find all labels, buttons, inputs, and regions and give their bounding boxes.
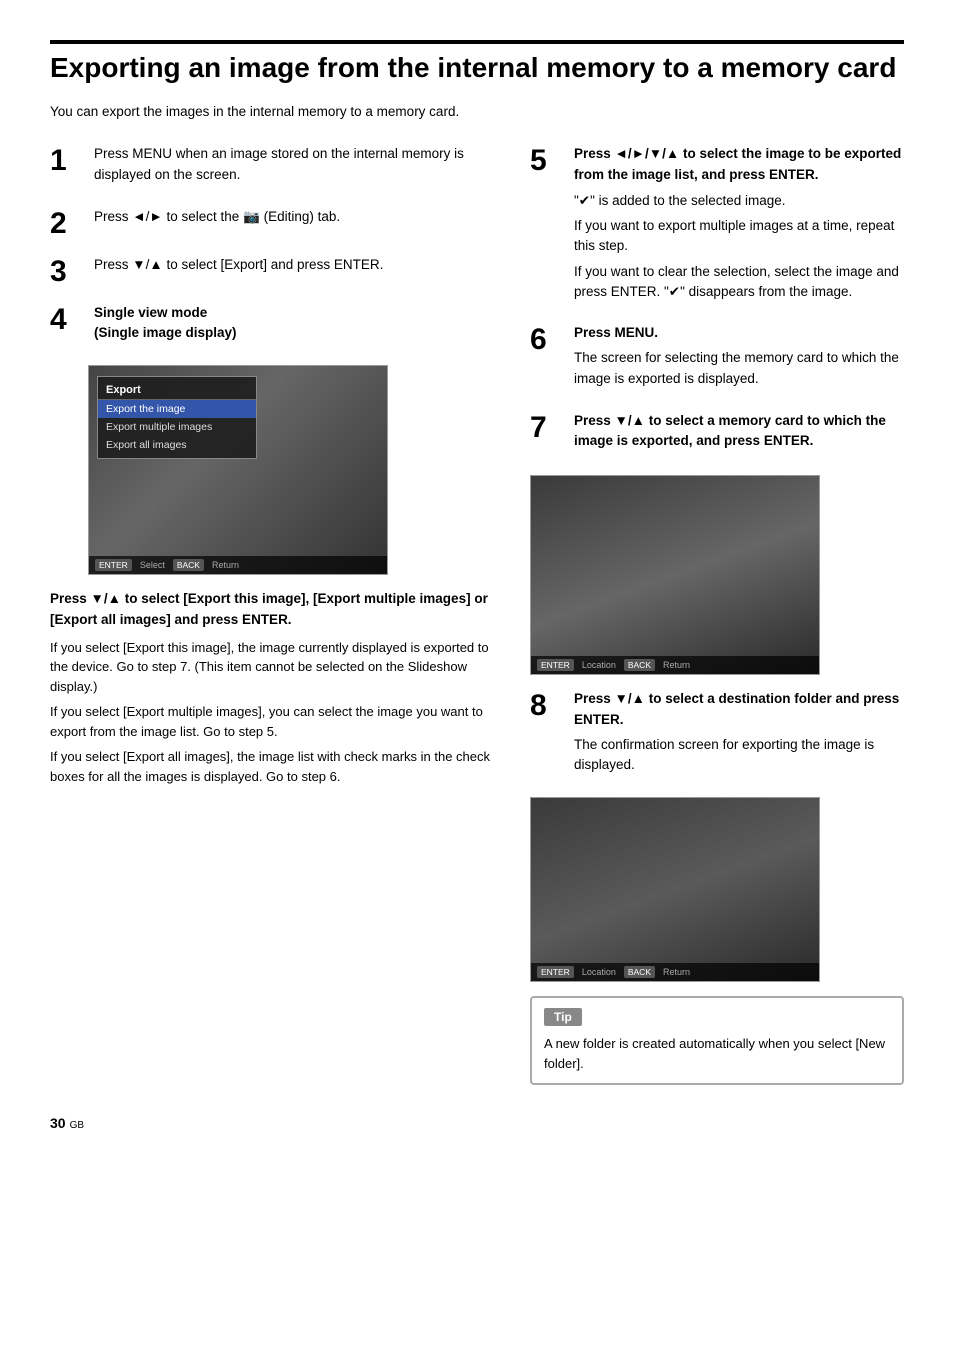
step-4-para-3: If you select [Export all images], the i… (50, 747, 500, 786)
step-7-main: Press ▼/▲ to select a memory card to whi… (574, 411, 904, 452)
page-footer: 30 GB (50, 1115, 904, 1131)
step-6-number: 6 (530, 323, 568, 355)
step-2: 2 Press ◄/► to select the 📷 (Editing) ta… (50, 207, 500, 239)
step-2-text: Press ◄/► to select the 📷 (Editing) tab. (94, 207, 500, 227)
step-3-text: Press ▼/▲ to select [Export] and press E… (94, 255, 500, 275)
step-2-content: Press ◄/► to select the 📷 (Editing) tab. (94, 207, 500, 233)
step-5-number: 5 (530, 144, 568, 176)
step-1-text: Press MENU when an image stored on the i… (94, 144, 500, 185)
step-6-content: Press MENU. The screen for selecting the… (574, 323, 904, 395)
export-screen-2: Export Select device to export to. Memor… (530, 475, 820, 675)
step-4-content: Single view mode(Single image display) (94, 303, 500, 350)
export-screen-3: Export Select folder. New folder ENTER L… (530, 797, 820, 982)
enter-btn-1: ENTER (95, 559, 132, 571)
screen-bar-3-text1: Location (582, 967, 616, 977)
step-4-number: 4 (50, 303, 88, 335)
menu-item-1-1: Export multiple images (98, 418, 256, 436)
step-6: 6 Press MENU. The screen for selecting t… (530, 323, 904, 395)
page-title-block: Exporting an image from the internal mem… (50, 40, 904, 84)
screen-bar-3: ENTER Location BACK Return (531, 963, 819, 981)
step-5-content: Press ◄/►/▼/▲ to select the image to be … (574, 144, 904, 307)
enter-btn-2: ENTER (537, 659, 574, 671)
menu-title-1: Export (98, 381, 256, 400)
screen-bar-text-1: Select (140, 560, 165, 570)
step-3-content: Press ▼/▲ to select [Export] and press E… (94, 255, 500, 281)
screen-bar-2: ENTER Location BACK Return (531, 656, 819, 674)
step-5: 5 Press ◄/►/▼/▲ to select the image to b… (530, 144, 904, 307)
step-4-para-2: If you select [Export multiple images], … (50, 702, 500, 741)
right-column: 5 Press ◄/►/▼/▲ to select the image to b… (530, 144, 904, 1085)
export-screen-1: Export Export the image Export multiple … (88, 365, 388, 575)
step-4-main-text: Press ▼/▲ to select [Export this image],… (50, 589, 500, 630)
tip-box: Tip A new folder is created automaticall… (530, 996, 904, 1085)
screen-bar-1: ENTER Select BACK Return (89, 556, 387, 574)
screen-3-bg (531, 798, 819, 981)
step-3: 3 Press ▼/▲ to select [Export] and press… (50, 255, 500, 287)
screen-bar-2-text2: Return (663, 660, 690, 670)
tip-text: A new folder is created automatically wh… (544, 1034, 890, 1073)
step-8-content: Press ▼/▲ to select a destination folder… (574, 689, 904, 781)
menu-box-1: Export Export the image Export multiple … (97, 376, 257, 459)
step-4-para-1: If you select [Export this image], the i… (50, 638, 500, 697)
step-4-subheading: Single view mode(Single image display) (94, 303, 500, 344)
step-7-number: 7 (530, 411, 568, 443)
step-1-number: 1 (50, 144, 88, 176)
step-7-content: Press ▼/▲ to select a memory card to whi… (574, 411, 904, 460)
back-btn-3: BACK (624, 966, 655, 978)
screen-2-bg (531, 476, 819, 674)
step-8-p1: The confirmation screen for exporting th… (574, 735, 904, 776)
step-5-p1: "✔" is added to the selected image. (574, 191, 904, 211)
page-number: 30 (50, 1115, 66, 1131)
gb-label: GB (70, 1120, 84, 1131)
back-btn-2: BACK (624, 659, 655, 671)
page-title: Exporting an image from the internal mem… (50, 52, 904, 84)
back-btn-1: BACK (173, 559, 204, 571)
step-1: 1 Press MENU when an image stored on the… (50, 144, 500, 191)
step-8: 8 Press ▼/▲ to select a destination fold… (530, 689, 904, 781)
step-5-p3: If you want to clear the selection, sele… (574, 262, 904, 303)
two-column-layout: 1 Press MENU when an image stored on the… (50, 144, 904, 1085)
step-5-main: Press ◄/►/▼/▲ to select the image to be … (574, 144, 904, 185)
step-2-number: 2 (50, 207, 88, 239)
screen-bar-text-2: Return (212, 560, 239, 570)
step-6-main: Press MENU. (574, 323, 904, 343)
menu-item-1-0: Export the image (98, 400, 256, 418)
screen-bar-2-text1: Location (582, 660, 616, 670)
left-column: 1 Press MENU when an image stored on the… (50, 144, 500, 1085)
step-8-main: Press ▼/▲ to select a destination folder… (574, 689, 904, 730)
enter-btn-3: ENTER (537, 966, 574, 978)
step-4-body: Press ▼/▲ to select [Export this image],… (50, 589, 500, 786)
screen-bar-3-text2: Return (663, 967, 690, 977)
step-7: 7 Press ▼/▲ to select a memory card to w… (530, 411, 904, 460)
step-1-content: Press MENU when an image stored on the i… (94, 144, 500, 191)
tip-header: Tip (544, 1008, 582, 1026)
step-5-p2: If you want to export multiple images at… (574, 216, 904, 257)
step-8-number: 8 (530, 689, 568, 721)
step-6-p1: The screen for selecting the memory card… (574, 348, 904, 389)
step-4: 4 Single view mode(Single image display) (50, 303, 500, 350)
intro-text: You can export the images in the interna… (50, 102, 904, 122)
menu-item-1-2: Export all images (98, 436, 256, 454)
step-3-number: 3 (50, 255, 88, 287)
